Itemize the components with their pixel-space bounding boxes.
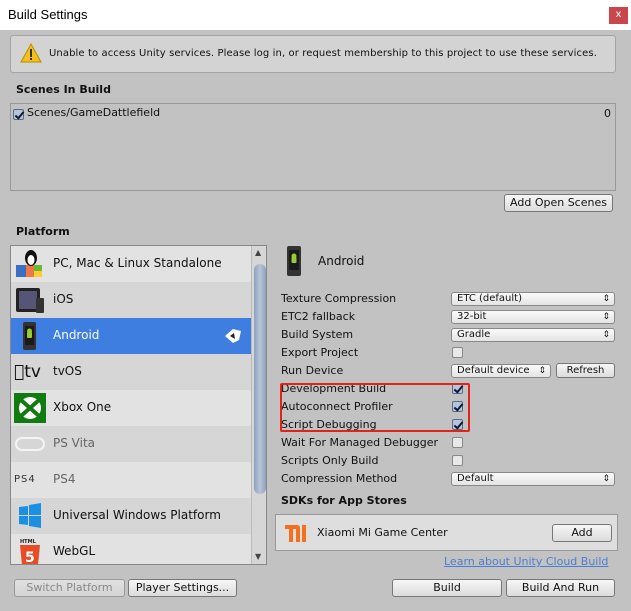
ps4-icon: PS4 xyxy=(14,474,36,485)
platform-label: PS Vita xyxy=(53,436,96,450)
dropdown-value: ETC (default) xyxy=(457,293,522,304)
dropdown-arrow-icon: ⇕ xyxy=(602,312,610,322)
tvos-icon: tv xyxy=(14,362,41,382)
windows-icon xyxy=(19,503,41,528)
dropdown-arrow-icon: ⇕ xyxy=(602,330,610,340)
pc-mac-linux-icon xyxy=(16,250,42,277)
scripts-only-build-checkbox[interactable] xyxy=(452,455,463,466)
platform-item-android[interactable]: Android xyxy=(11,318,251,354)
etc2-fallback-dropdown[interactable]: 32-bit ⇕ xyxy=(451,310,615,324)
scroll-up-icon[interactable]: ▲ xyxy=(255,248,261,257)
xbox-icon xyxy=(14,393,46,423)
ios-icon xyxy=(16,288,44,313)
warning-text: Unable to access Unity services. Please … xyxy=(49,48,597,59)
sdk-item: Xiaomi Mi Game Center Add xyxy=(275,514,618,551)
highlight-annotation-box xyxy=(280,383,470,432)
compression-method-dropdown[interactable]: Default ⇕ xyxy=(451,472,615,486)
platform-label: WebGL xyxy=(53,544,96,558)
platform-item-ps4[interactable]: PS4 PS4 xyxy=(11,462,251,498)
close-button[interactable]: x xyxy=(609,7,628,24)
platform-label: Android xyxy=(53,328,100,342)
dropdown-value: 32-bit xyxy=(457,311,487,322)
scene-row[interactable]: Scenes/GameDattlefield xyxy=(13,106,613,120)
psvita-icon xyxy=(15,437,45,451)
add-sdk-button[interactable]: Add xyxy=(552,524,612,542)
platform-item-xbox[interactable]: Xbox One xyxy=(11,390,251,426)
dropdown-arrow-icon: ⇕ xyxy=(602,474,610,484)
build-button[interactable]: Build xyxy=(392,579,502,597)
scenes-list: Scenes/GameDattlefield 0 xyxy=(10,103,616,191)
dropdown-value: Gradle xyxy=(457,329,491,340)
platform-label: Xbox One xyxy=(53,400,112,414)
android-icon xyxy=(287,246,301,276)
etc2-fallback-label: ETC2 fallback xyxy=(281,310,356,323)
scenes-heading: Scenes In Build xyxy=(16,83,111,96)
platform-label: tvOS xyxy=(53,364,82,378)
cloud-build-link[interactable]: Learn about Unity Cloud Build xyxy=(444,555,608,568)
player-settings-button[interactable]: Player Settings... xyxy=(128,579,237,597)
html5-icon: HTML 5 xyxy=(20,539,40,565)
window-title: Build Settings xyxy=(8,7,88,22)
dropdown-value: Default device xyxy=(457,365,530,376)
run-device-label: Run Device xyxy=(281,364,344,377)
scene-index: 0 xyxy=(604,107,611,120)
selected-platform-title: Android xyxy=(318,254,365,268)
scene-checkbox[interactable] xyxy=(13,108,24,120)
services-warning: Unable to access Unity services. Please … xyxy=(10,35,616,73)
build-system-dropdown[interactable]: Gradle ⇕ xyxy=(451,328,615,342)
platform-scrollbar[interactable]: ▲ ▼ xyxy=(251,246,266,564)
add-open-scenes-button[interactable]: Add Open Scenes xyxy=(504,194,613,212)
xiaomi-logo-icon xyxy=(285,525,306,542)
platform-item-webgl[interactable]: HTML 5 WebGL xyxy=(11,534,251,565)
platform-label: iOS xyxy=(53,292,74,306)
platform-label: PC, Mac & Linux Standalone xyxy=(53,256,222,270)
refresh-button[interactable]: Refresh xyxy=(556,363,615,378)
sdk-name: Xiaomi Mi Game Center xyxy=(317,526,448,539)
unity-active-platform-icon xyxy=(225,329,241,343)
wait-managed-debugger-checkbox[interactable] xyxy=(452,437,463,448)
scrollbar-thumb[interactable] xyxy=(254,264,266,494)
sdks-heading: SDKs for App Stores xyxy=(281,494,407,507)
texture-compression-dropdown[interactable]: ETC (default) ⇕ xyxy=(451,292,615,306)
warning-icon xyxy=(20,43,42,63)
compression-method-label: Compression Method xyxy=(281,472,398,485)
build-and-run-button[interactable]: Build And Run xyxy=(506,579,615,597)
build-settings-panel: Unable to access Unity services. Please … xyxy=(0,30,631,611)
scripts-only-build-label: Scripts Only Build xyxy=(281,454,379,467)
platform-label: PS4 xyxy=(53,472,76,486)
platform-item-ios[interactable]: iOS xyxy=(11,282,251,318)
title-bar: Build Settings x xyxy=(0,0,631,30)
platform-item-tvos[interactable]: tv tvOS xyxy=(11,354,251,390)
platform-item-standalone[interactable]: PC, Mac & Linux Standalone xyxy=(11,246,251,282)
scene-name: Scenes/GameDattlefield xyxy=(27,106,161,119)
build-system-label: Build System xyxy=(281,328,354,341)
scroll-down-icon[interactable]: ▼ xyxy=(255,552,261,561)
android-icon xyxy=(23,322,36,350)
platform-label: Universal Windows Platform xyxy=(53,508,221,522)
dropdown-arrow-icon: ⇕ xyxy=(538,366,546,376)
wait-managed-debugger-label: Wait For Managed Debugger xyxy=(281,436,439,449)
dropdown-value: Default xyxy=(457,473,494,484)
export-project-label: Export Project xyxy=(281,346,359,359)
svg-text:5: 5 xyxy=(25,550,35,565)
platform-item-psvita[interactable]: PS Vita xyxy=(11,426,251,462)
run-device-dropdown[interactable]: Default device ⇕ xyxy=(451,364,551,378)
switch-platform-button[interactable]: Switch Platform xyxy=(14,579,125,597)
export-project-checkbox[interactable] xyxy=(452,347,463,358)
svg-text:HTML: HTML xyxy=(20,539,37,545)
platform-heading: Platform xyxy=(16,225,70,238)
dropdown-arrow-icon: ⇕ xyxy=(602,294,610,304)
platform-item-uwp[interactable]: Universal Windows Platform xyxy=(11,498,251,534)
texture-compression-label: Texture Compression xyxy=(281,292,397,305)
platform-list: PC, Mac & Linux Standalone iOS Android … xyxy=(10,245,267,565)
